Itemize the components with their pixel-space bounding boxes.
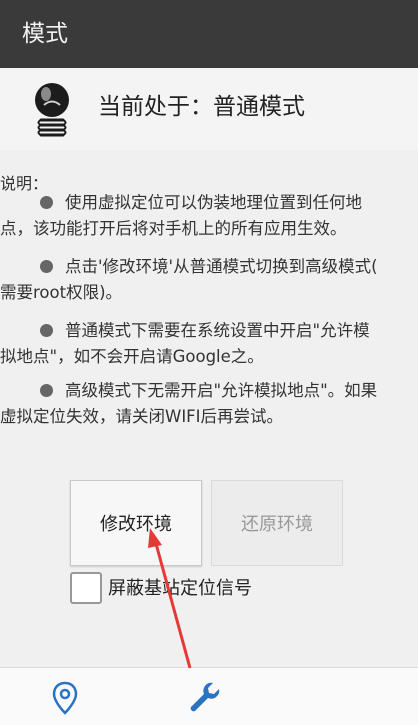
title-bar: 模式: [0, 0, 418, 68]
description-item: 高级模式下无需开启"允许模拟地点"。如果 虚拟定位失效，请关闭WIFI后再尝试。: [0, 381, 378, 426]
controls-panel: 修改环境 还原环境 屏蔽基站定位信号: [0, 450, 418, 667]
lightbulb-icon: [35, 83, 69, 137]
description-panel: 说明： 使用虚拟定位可以伪装地理位置到任何地 点，该功能打开后将对手机上的所有应…: [0, 150, 418, 450]
block-cell-location-label[interactable]: 屏蔽基站定位信号: [108, 574, 252, 600]
mode-status-row: 当前处于：普通模式: [0, 68, 418, 151]
page-title: 模式: [22, 21, 68, 47]
location-pin-icon[interactable]: [45, 678, 85, 718]
wrench-icon[interactable]: [185, 678, 225, 718]
bullet-dot: [40, 260, 53, 273]
modify-environment-button[interactable]: 修改环境: [70, 480, 202, 566]
bullet-dot: [40, 196, 53, 209]
description-item: 使用虚拟定位可以伪装地理位置到任何地 点，该功能打开后将对手机上的所有应用生效。: [0, 193, 362, 238]
mode-status-text: 当前处于：普通模式: [98, 94, 305, 120]
bottom-nav: [0, 667, 418, 725]
restore-environment-button[interactable]: 还原环境: [211, 480, 343, 566]
bullet-dot: [40, 384, 53, 397]
description-item: 点击'修改环境'从普通模式切换到高级模式( 需要root权限)。: [0, 257, 378, 302]
bullet-dot: [40, 324, 53, 337]
description-item: 普通模式下需要在系统设置中开启"允许模 拟地点"，如不会开启请Google之。: [0, 321, 370, 366]
block-cell-location-checkbox[interactable]: [70, 572, 102, 604]
